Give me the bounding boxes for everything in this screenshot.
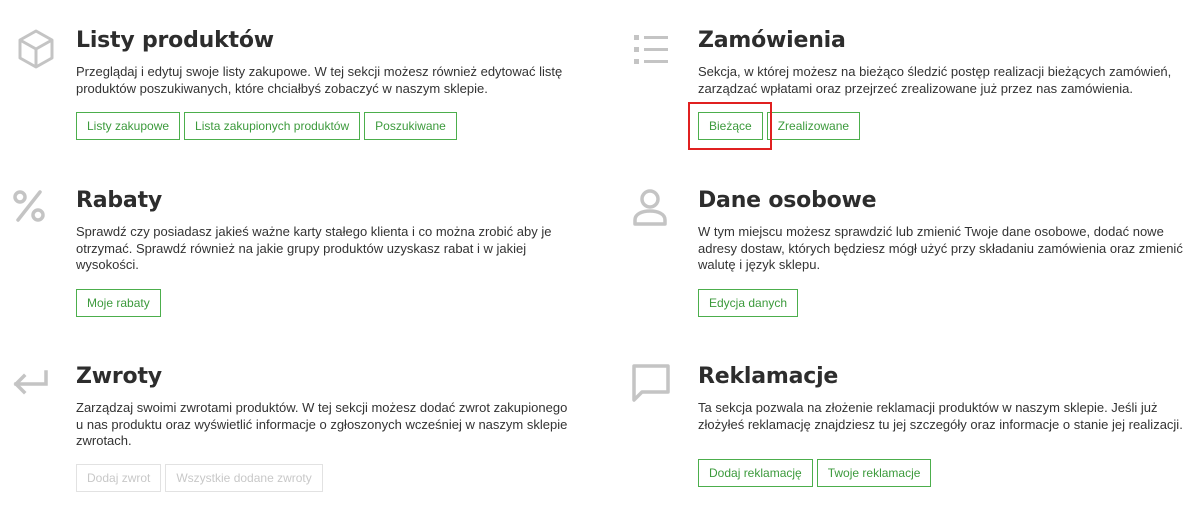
section-description: Sprawdź czy posiadasz jakieś ważne karty… xyxy=(76,224,552,272)
your-complaints-button[interactable]: Twoje reklamacje xyxy=(816,459,932,487)
chat-bubble-icon xyxy=(632,364,676,408)
section-title: Listy produktów xyxy=(76,28,274,53)
section-description: W tym miejscu możesz sprawdzić lub zmien… xyxy=(698,224,1183,272)
current-orders-button[interactable]: Bieżące xyxy=(698,112,763,140)
my-discounts-button[interactable]: Moje rabaty xyxy=(76,289,161,317)
section-title: Zwroty xyxy=(76,364,162,389)
edit-data-button[interactable]: Edycja danych xyxy=(698,289,799,317)
section-title: Zamówienia xyxy=(698,28,846,53)
section-description: Przeglądaj i edytuj swoje listy zakupowe… xyxy=(76,64,563,96)
section-description: Sekcja, w której możesz na bieżąco śledz… xyxy=(698,64,1172,96)
add-return-button: Dodaj zwrot xyxy=(76,464,162,492)
add-complaint-button[interactable]: Dodaj reklamację xyxy=(698,459,813,487)
user-icon xyxy=(632,188,676,232)
section-title: Dane osobowe xyxy=(698,188,877,213)
box-icon xyxy=(14,28,58,72)
purchased-products-list-button[interactable]: Lista zakupionych produktów xyxy=(184,112,361,140)
section-description: Zarządzaj swoimi zwrotami produktów. W t… xyxy=(76,400,568,448)
section-description: Ta sekcja pozwala na złożenie reklamacji… xyxy=(698,400,1183,432)
return-arrow-icon xyxy=(10,366,54,410)
section-title: Rabaty xyxy=(76,188,163,213)
completed-orders-button[interactable]: Zrealizowane xyxy=(766,112,861,140)
percent-icon xyxy=(10,188,54,232)
wanted-products-button[interactable]: Poszukiwane xyxy=(364,112,457,140)
list-icon xyxy=(632,30,676,74)
section-title: Reklamacje xyxy=(698,364,839,389)
shopping-lists-button[interactable]: Listy zakupowe xyxy=(76,112,181,140)
all-returns-button: Wszystkie dodane zwroty xyxy=(165,464,323,492)
